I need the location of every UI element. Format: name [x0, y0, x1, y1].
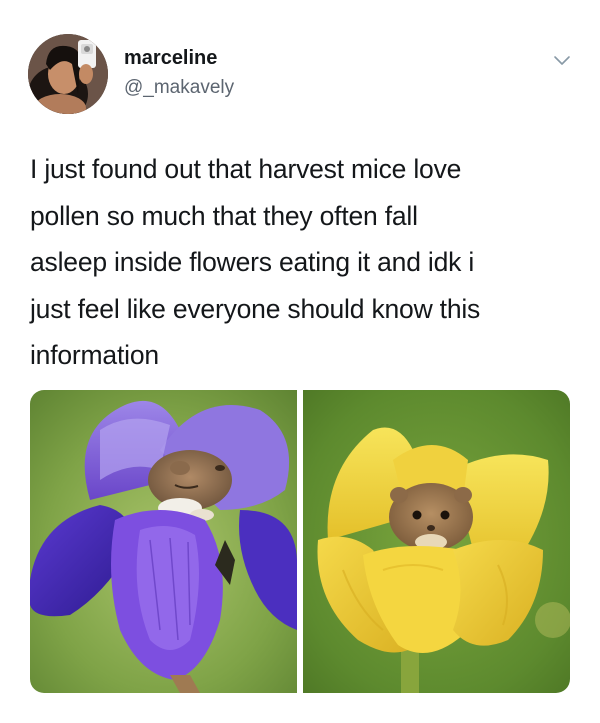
avatar[interactable] — [28, 34, 108, 114]
tweet-text-line: information — [30, 340, 159, 370]
tweet-card: marceline @_makavely I just found out th… — [0, 0, 600, 723]
tweet-text: I just found out that harvest mice love … — [30, 146, 570, 379]
tweet-text-line: I just found out that harvest mice love — [30, 154, 462, 184]
tweet-media — [30, 390, 570, 693]
tweet-text-line: asleep inside flowers eating it and idk … — [30, 247, 475, 277]
tweet-text-line: just feel like everyone should know this — [30, 293, 481, 324]
user-handle[interactable]: @_makavely — [124, 76, 234, 100]
chevron-down-icon[interactable] — [552, 54, 572, 68]
display-name[interactable]: marceline — [124, 46, 217, 70]
photo-iris-mouse[interactable] — [30, 390, 297, 693]
tweet-text-line: pollen so much that they often fall — [30, 200, 418, 231]
avatar-image — [28, 34, 108, 114]
photo-tulip-mouse[interactable] — [303, 390, 570, 693]
